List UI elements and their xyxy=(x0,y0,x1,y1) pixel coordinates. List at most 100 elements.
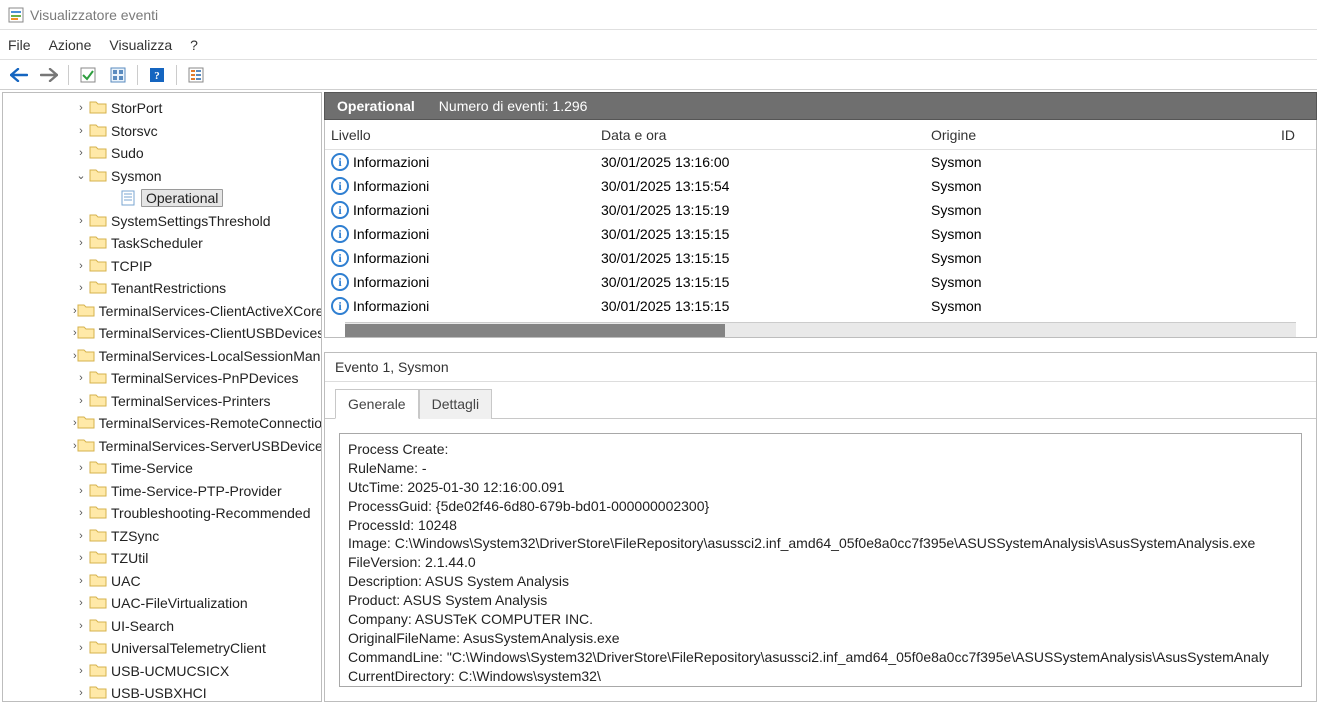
menu-action[interactable]: Azione xyxy=(49,37,92,53)
chevron-right-icon[interactable]: › xyxy=(73,102,89,114)
col-header-source[interactable]: Origine xyxy=(931,127,1281,143)
menu-help[interactable]: ? xyxy=(190,37,198,53)
properties-button[interactable] xyxy=(105,63,131,87)
chevron-right-icon[interactable]: › xyxy=(73,215,89,227)
col-header-level[interactable]: Livello xyxy=(331,127,601,143)
table-row[interactable]: iInformazioni30/01/2025 13:15:15Sysmon xyxy=(325,246,1316,270)
tree-item[interactable]: ›TerminalServices-LocalSessionManager xyxy=(3,345,321,368)
list-view-button[interactable] xyxy=(183,63,209,87)
tree-item[interactable]: ›TZUtil xyxy=(3,547,321,570)
tree-item[interactable]: ›TerminalServices-ClientActiveXCore xyxy=(3,300,321,323)
chevron-right-icon[interactable]: › xyxy=(73,237,89,249)
detail-line: FileVersion: 2.1.44.0 xyxy=(348,553,1293,572)
detail-tabs: Generale Dettagli xyxy=(325,382,1316,419)
tree-item[interactable]: › TCPIP xyxy=(3,255,321,278)
tree-item[interactable]: › SystemSettingsThreshold xyxy=(3,210,321,233)
chevron-right-icon[interactable]: › xyxy=(73,125,89,137)
log-count: Numero di eventi: 1.296 xyxy=(439,98,588,114)
chevron-right-icon[interactable]: › xyxy=(73,530,89,542)
toolbar: ? xyxy=(0,60,1317,90)
tree-item[interactable]: ⌄Sysmon xyxy=(3,165,321,188)
folder-icon xyxy=(77,415,95,431)
tree-item[interactable]: ›TerminalServices-RemoteConnectionManage… xyxy=(3,412,321,435)
table-row[interactable]: iInformazioni30/01/2025 13:15:54Sysmon xyxy=(325,174,1316,198)
tree-item[interactable]: ›TZSync xyxy=(3,525,321,548)
menu-file[interactable]: File xyxy=(8,37,31,53)
tree-item[interactable]: ›USB-UCMUCSICX xyxy=(3,660,321,683)
menu-view[interactable]: Visualizza xyxy=(109,37,172,53)
table-row[interactable]: iInformazioni30/01/2025 13:15:15Sysmon xyxy=(325,270,1316,294)
forward-button[interactable] xyxy=(36,63,62,87)
info-icon: i xyxy=(331,177,349,195)
tree-item[interactable]: ›TerminalServices-Printers xyxy=(3,390,321,413)
detail-line: ProcessGuid: {5de02f46-6d80-679b-bd01-00… xyxy=(348,497,1293,516)
folder-icon xyxy=(77,303,95,319)
tree-item[interactable]: ›Troubleshooting-Recommended xyxy=(3,502,321,525)
chevron-right-icon[interactable]: › xyxy=(73,282,89,294)
cell-source: Sysmon xyxy=(931,274,1281,290)
table-header: Livello Data e ora Origine ID xyxy=(325,120,1316,150)
tree-item[interactable]: ›UniversalTelemetryClient xyxy=(3,637,321,660)
chevron-right-icon[interactable]: › xyxy=(73,147,89,159)
help-button[interactable]: ? xyxy=(144,63,170,87)
table-row[interactable]: iInformazioni30/01/2025 13:16:00Sysmon xyxy=(325,150,1316,174)
tree-item[interactable]: › Sudo xyxy=(3,142,321,165)
tree-item[interactable]: › UI-Search xyxy=(3,615,321,638)
tree-item[interactable]: ›Time-Service-PTP-Provider xyxy=(3,480,321,503)
chevron-right-icon[interactable]: › xyxy=(73,372,89,384)
chevron-right-icon[interactable]: › xyxy=(73,642,89,654)
tree-item-label: SystemSettingsThreshold xyxy=(111,213,271,229)
cell-source: Sysmon xyxy=(931,202,1281,218)
tree-item-label: UI-Search xyxy=(111,618,174,634)
scrollbar-thumb[interactable] xyxy=(345,324,725,338)
chevron-right-icon[interactable]: › xyxy=(73,395,89,407)
tree-pane[interactable]: ›StorPort›Storsvc›Sudo⌄SysmonOperational… xyxy=(2,92,322,702)
chevron-right-icon[interactable]: › xyxy=(73,485,89,497)
tree-item[interactable]: ›Time-Service xyxy=(3,457,321,480)
horizontal-scrollbar[interactable] xyxy=(345,322,1296,338)
tab-general[interactable]: Generale xyxy=(335,389,419,419)
tree-item[interactable]: Operational xyxy=(3,187,321,210)
table-row[interactable]: iInformazioni30/01/2025 13:15:15Sysmon xyxy=(325,294,1316,318)
chevron-down-icon[interactable]: ⌄ xyxy=(73,169,89,182)
chevron-right-icon[interactable]: › xyxy=(73,260,89,272)
tree-item[interactable]: ›TerminalServices-ServerUSBDevices xyxy=(3,435,321,458)
chevron-right-icon[interactable]: › xyxy=(73,462,89,474)
chevron-right-icon[interactable]: › xyxy=(73,620,89,632)
tree-item[interactable]: › UAC xyxy=(3,570,321,593)
back-button[interactable] xyxy=(6,63,32,87)
cell-source: Sysmon xyxy=(931,178,1281,194)
table-row[interactable]: iInformazioni30/01/2025 13:15:15Sysmon xyxy=(325,222,1316,246)
tree-item-label: UAC xyxy=(111,573,141,589)
info-icon: i xyxy=(331,225,349,243)
table-row[interactable]: iInformazioni30/01/2025 13:15:19Sysmon xyxy=(325,198,1316,222)
cell-date: 30/01/2025 13:15:54 xyxy=(601,178,931,194)
tree-item-label: Sudo xyxy=(111,145,144,161)
tree-item[interactable]: ›TenantRestrictions xyxy=(3,277,321,300)
tree-item[interactable]: ›TerminalServices-ClientUSBDevices xyxy=(3,322,321,345)
chevron-right-icon[interactable]: › xyxy=(73,507,89,519)
tab-details[interactable]: Dettagli xyxy=(419,389,492,419)
col-header-date[interactable]: Data e ora xyxy=(601,127,931,143)
tree-item[interactable]: ›Storsvc xyxy=(3,120,321,143)
tree-item[interactable]: ›TaskScheduler xyxy=(3,232,321,255)
tree-item-label: TCPIP xyxy=(111,258,152,274)
title-bar: Visualizzatore eventi xyxy=(0,0,1317,30)
chevron-right-icon[interactable]: › xyxy=(73,575,89,587)
chevron-right-icon[interactable]: › xyxy=(73,552,89,564)
detail-body[interactable]: Process Create:RuleName: -UtcTime: 2025-… xyxy=(339,433,1302,687)
tree-item[interactable]: ›UAC-FileVirtualization xyxy=(3,592,321,615)
tree-item[interactable]: ›USB-USBXHCI xyxy=(3,682,321,702)
chevron-right-icon[interactable]: › xyxy=(73,687,89,699)
tree-item[interactable]: ›StorPort xyxy=(3,97,321,120)
chevron-right-icon[interactable]: › xyxy=(73,597,89,609)
detail-line: Process Create: xyxy=(348,440,1293,459)
tree-item[interactable]: ›TerminalServices-PnPDevices xyxy=(3,367,321,390)
folder-icon xyxy=(89,213,107,229)
scope-button[interactable] xyxy=(75,63,101,87)
folder-icon xyxy=(89,393,107,409)
tree-item-label: TerminalServices-ServerUSBDevices xyxy=(99,438,322,454)
chevron-right-icon[interactable]: › xyxy=(73,665,89,677)
cell-level: iInformazioni xyxy=(331,273,601,291)
col-header-id[interactable]: ID xyxy=(1281,127,1316,143)
